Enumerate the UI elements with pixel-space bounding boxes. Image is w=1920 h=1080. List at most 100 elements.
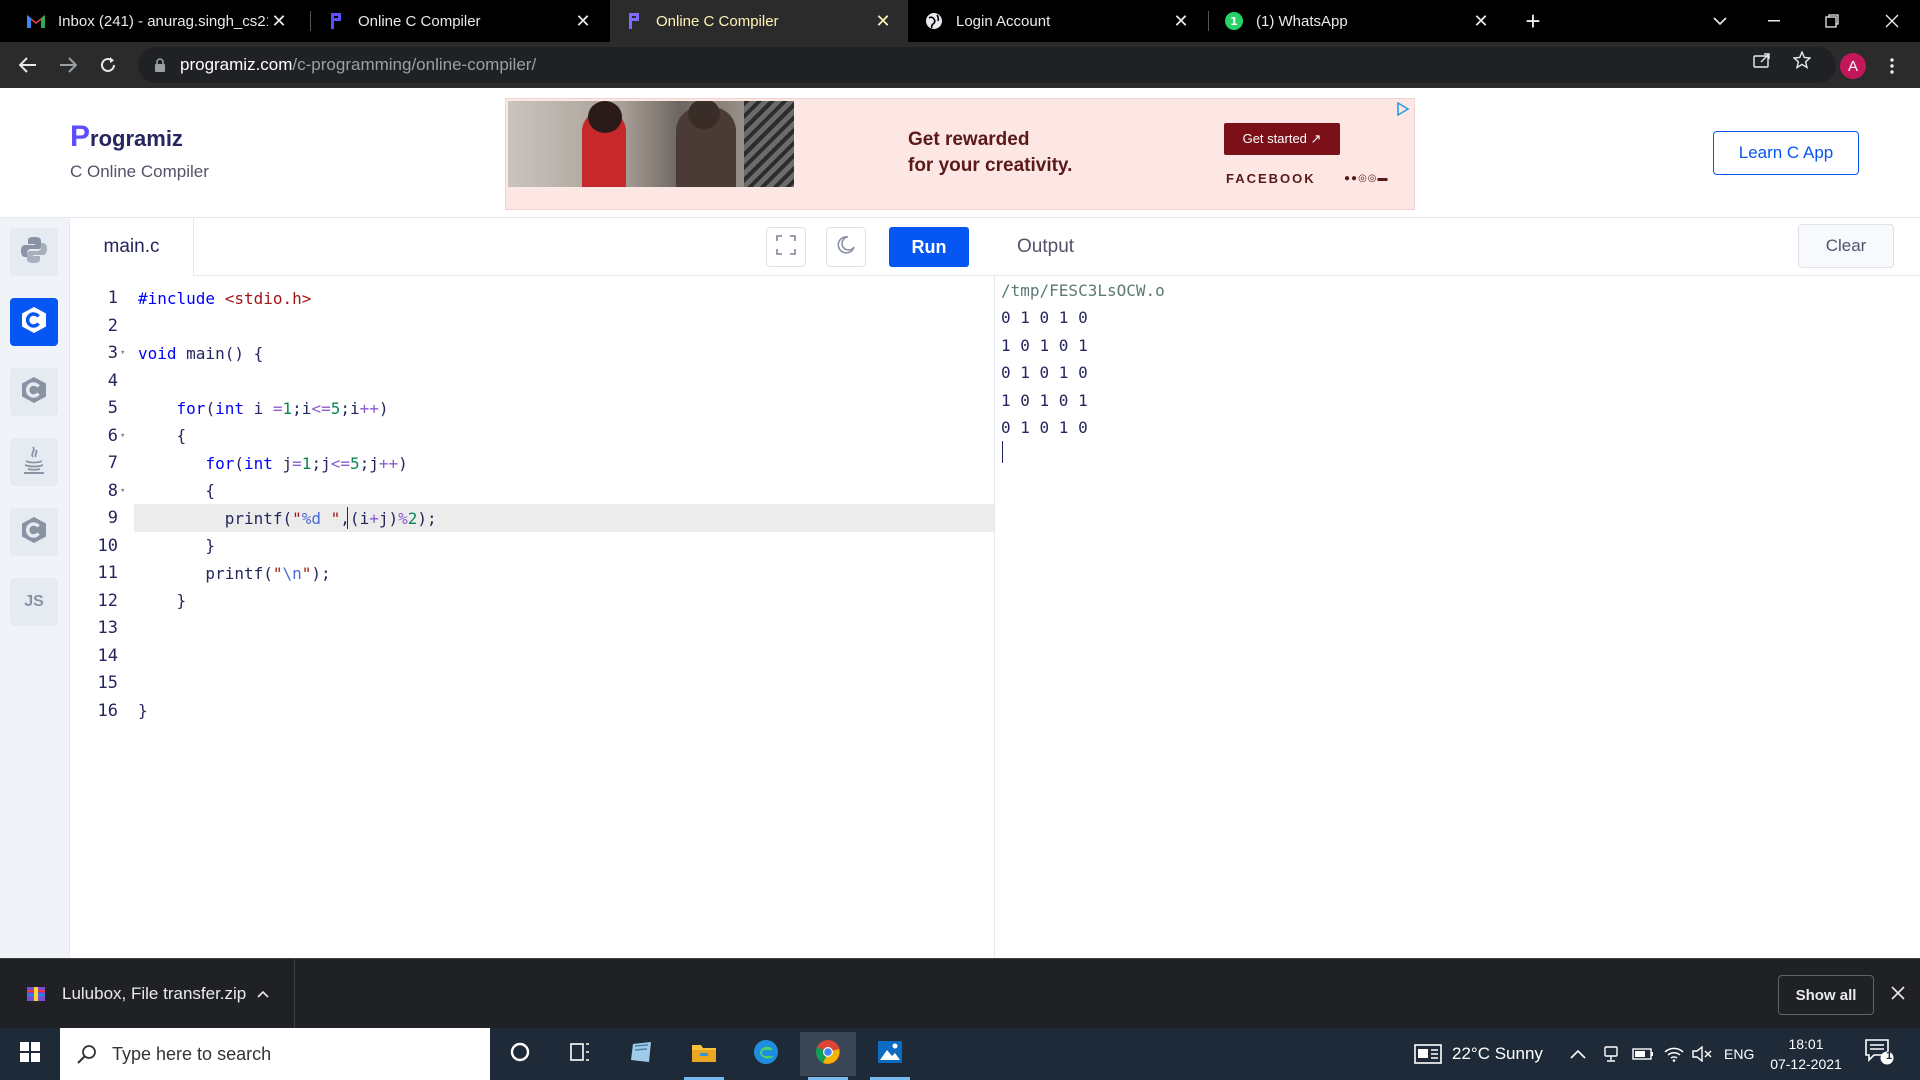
language-javascript[interactable]: JS: [10, 578, 58, 626]
ad-brand-icons: ●●◎◎▬: [1344, 173, 1389, 184]
output-console[interactable]: /tmp/FESC3LsOCW.o 0 1 0 1 0 1 0 1 0 1 0 1 …: [995, 276, 1920, 958]
notification-center-button[interactable]: 1: [1862, 1038, 1896, 1070]
fold-toggle-icon[interactable]: ▾: [120, 486, 132, 496]
csharp-icon: [19, 515, 49, 550]
profile-avatar[interactable]: A: [1840, 53, 1866, 79]
ad-get-started-button[interactable]: Get started ↗: [1224, 123, 1340, 155]
fullscreen-button[interactable]: [766, 227, 806, 267]
taskbar-search-box[interactable]: Type here to search: [60, 1028, 490, 1080]
file-tab-main-c[interactable]: main.c: [70, 218, 194, 276]
code-line[interactable]: 10 }: [70, 532, 994, 560]
code-line[interactable]: 12 }: [70, 587, 994, 615]
meet-now-icon[interactable]: [1602, 1028, 1620, 1080]
tab-online-compiler-active[interactable]: Online C Compiler ✕: [610, 0, 908, 42]
code-line[interactable]: 7 for(int j=1;j<=5;j++): [70, 449, 994, 477]
volume-muted-icon[interactable]: [1692, 1028, 1712, 1080]
tab-login-account[interactable]: Login Account ✕: [910, 0, 1206, 42]
run-button[interactable]: Run: [889, 227, 969, 267]
output-header: Output Clear: [995, 218, 1920, 276]
close-tab-icon[interactable]: ✕: [1170, 10, 1192, 32]
menu-kebab-icon[interactable]: [1882, 53, 1902, 79]
ad-photo: [508, 101, 794, 187]
tab-gmail[interactable]: Inbox (241) - anurag.singh_cs21€ ✕: [12, 0, 304, 42]
c-language-icon: [19, 305, 49, 340]
dark-mode-button[interactable]: [826, 227, 866, 267]
code-line[interactable]: 4: [70, 367, 994, 395]
system-clock[interactable]: 18:01 07-12-2021: [1768, 1034, 1844, 1074]
clear-button[interactable]: Clear: [1798, 224, 1894, 268]
fold-toggle-icon[interactable]: ▾: [120, 431, 132, 441]
taskbar-app-file-explorer[interactable]: [676, 1032, 732, 1080]
ad-choices-icon[interactable]: [1394, 101, 1412, 117]
start-button[interactable]: [0, 1028, 60, 1080]
new-tab-icon[interactable]: +: [1518, 6, 1548, 36]
reload-icon[interactable]: [92, 49, 124, 81]
code-line[interactable]: 8 ▾ {: [70, 477, 994, 505]
line-number: 11: [97, 563, 118, 583]
download-filename: Lulubox, File transfer.zip: [62, 984, 247, 1003]
code-line[interactable]: 9 printf("%d ",(i+j)%2);: [70, 504, 994, 532]
taskbar-app-edge[interactable]: [738, 1032, 794, 1076]
close-tab-icon[interactable]: ✕: [1470, 10, 1492, 32]
tab-online-compiler[interactable]: Online C Compiler ✕: [312, 0, 608, 42]
show-hidden-icons[interactable]: [1570, 1028, 1586, 1080]
close-tab-icon[interactable]: ✕: [572, 10, 594, 32]
fullscreen-icon: [776, 234, 796, 260]
cortana-button[interactable]: [492, 1032, 548, 1076]
task-view-button[interactable]: [552, 1032, 608, 1076]
lock-icon[interactable]: [152, 57, 168, 73]
taskbar-app-chrome[interactable]: [800, 1032, 856, 1080]
code-text: printf("%d ",(i+j)%2);: [138, 508, 437, 528]
ad-banner[interactable]: Get rewarded for your creativity. Get st…: [505, 98, 1415, 210]
taskbar-app-notes[interactable]: [614, 1032, 670, 1076]
close-tab-icon[interactable]: ✕: [268, 10, 290, 32]
language-c[interactable]: [10, 298, 58, 346]
restore-icon[interactable]: [1806, 0, 1858, 42]
windows-taskbar: Type here to search 22°C Sunny ENG 18:01…: [0, 1028, 1920, 1080]
share-icon[interactable]: [1752, 50, 1772, 70]
tab-search-chevron-icon[interactable]: [1694, 0, 1746, 42]
learn-c-app-button[interactable]: Learn C App: [1713, 131, 1859, 175]
download-item[interactable]: Lulubox, File transfer.zip: [0, 959, 295, 1029]
programiz-icon: [624, 11, 644, 31]
code-line[interactable]: 2: [70, 312, 994, 340]
show-all-button[interactable]: Show all: [1778, 975, 1874, 1015]
line-number: 15: [97, 673, 118, 693]
chevron-up-icon[interactable]: [248, 990, 278, 998]
code-editor[interactable]: 1 #include <stdio.h> 2 3 ▾ void main() {4 5 fo…: [70, 276, 995, 958]
input-language[interactable]: ENG: [1724, 1028, 1754, 1080]
code-line[interactable]: 6 ▾ {: [70, 422, 994, 450]
code-line[interactable]: 13: [70, 614, 994, 642]
wifi-icon[interactable]: [1664, 1028, 1684, 1080]
code-line[interactable]: 5 for(int i =1;i<=5;i++): [70, 394, 994, 422]
taskbar-app-photos[interactable]: [862, 1032, 918, 1080]
battery-icon[interactable]: [1632, 1028, 1654, 1080]
code-text: void main() {: [138, 343, 264, 363]
close-download-bar-icon[interactable]: [1886, 981, 1910, 1005]
line-number: 4: [107, 370, 118, 391]
tab-whatsapp[interactable]: 1 (1) WhatsApp ✕: [1210, 0, 1506, 42]
weather-widget[interactable]: 22°C Sunny: [1414, 1028, 1543, 1080]
minimize-icon[interactable]: [1748, 0, 1800, 42]
code-line[interactable]: 1 #include <stdio.h>: [70, 284, 994, 312]
fold-toggle-icon[interactable]: ▾: [120, 348, 132, 358]
back-icon[interactable]: [12, 49, 44, 81]
code-text: }: [138, 591, 187, 610]
close-window-icon[interactable]: [1866, 0, 1918, 42]
language-java[interactable]: [10, 438, 58, 486]
code-line[interactable]: 14: [70, 642, 994, 670]
language-csharp[interactable]: [10, 508, 58, 556]
code-line[interactable]: 15: [70, 669, 994, 697]
language-python[interactable]: [10, 228, 58, 276]
url-text: programiz.com/c-programming/online-compi…: [180, 55, 536, 75]
forward-icon[interactable]: [52, 49, 84, 81]
omnibox[interactable]: programiz.com/c-programming/online-compi…: [138, 47, 1836, 83]
svg-text:1: 1: [1230, 15, 1238, 28]
language-cpp[interactable]: [10, 368, 58, 416]
code-line[interactable]: 16}: [70, 697, 994, 725]
close-tab-icon[interactable]: ✕: [872, 10, 894, 32]
code-line[interactable]: 11 printf("\n");: [70, 559, 994, 587]
code-line[interactable]: 3 ▾ void main() {: [70, 339, 994, 367]
programiz-logo[interactable]: Programiz: [70, 120, 183, 154]
bookmark-star-icon[interactable]: [1792, 50, 1812, 70]
